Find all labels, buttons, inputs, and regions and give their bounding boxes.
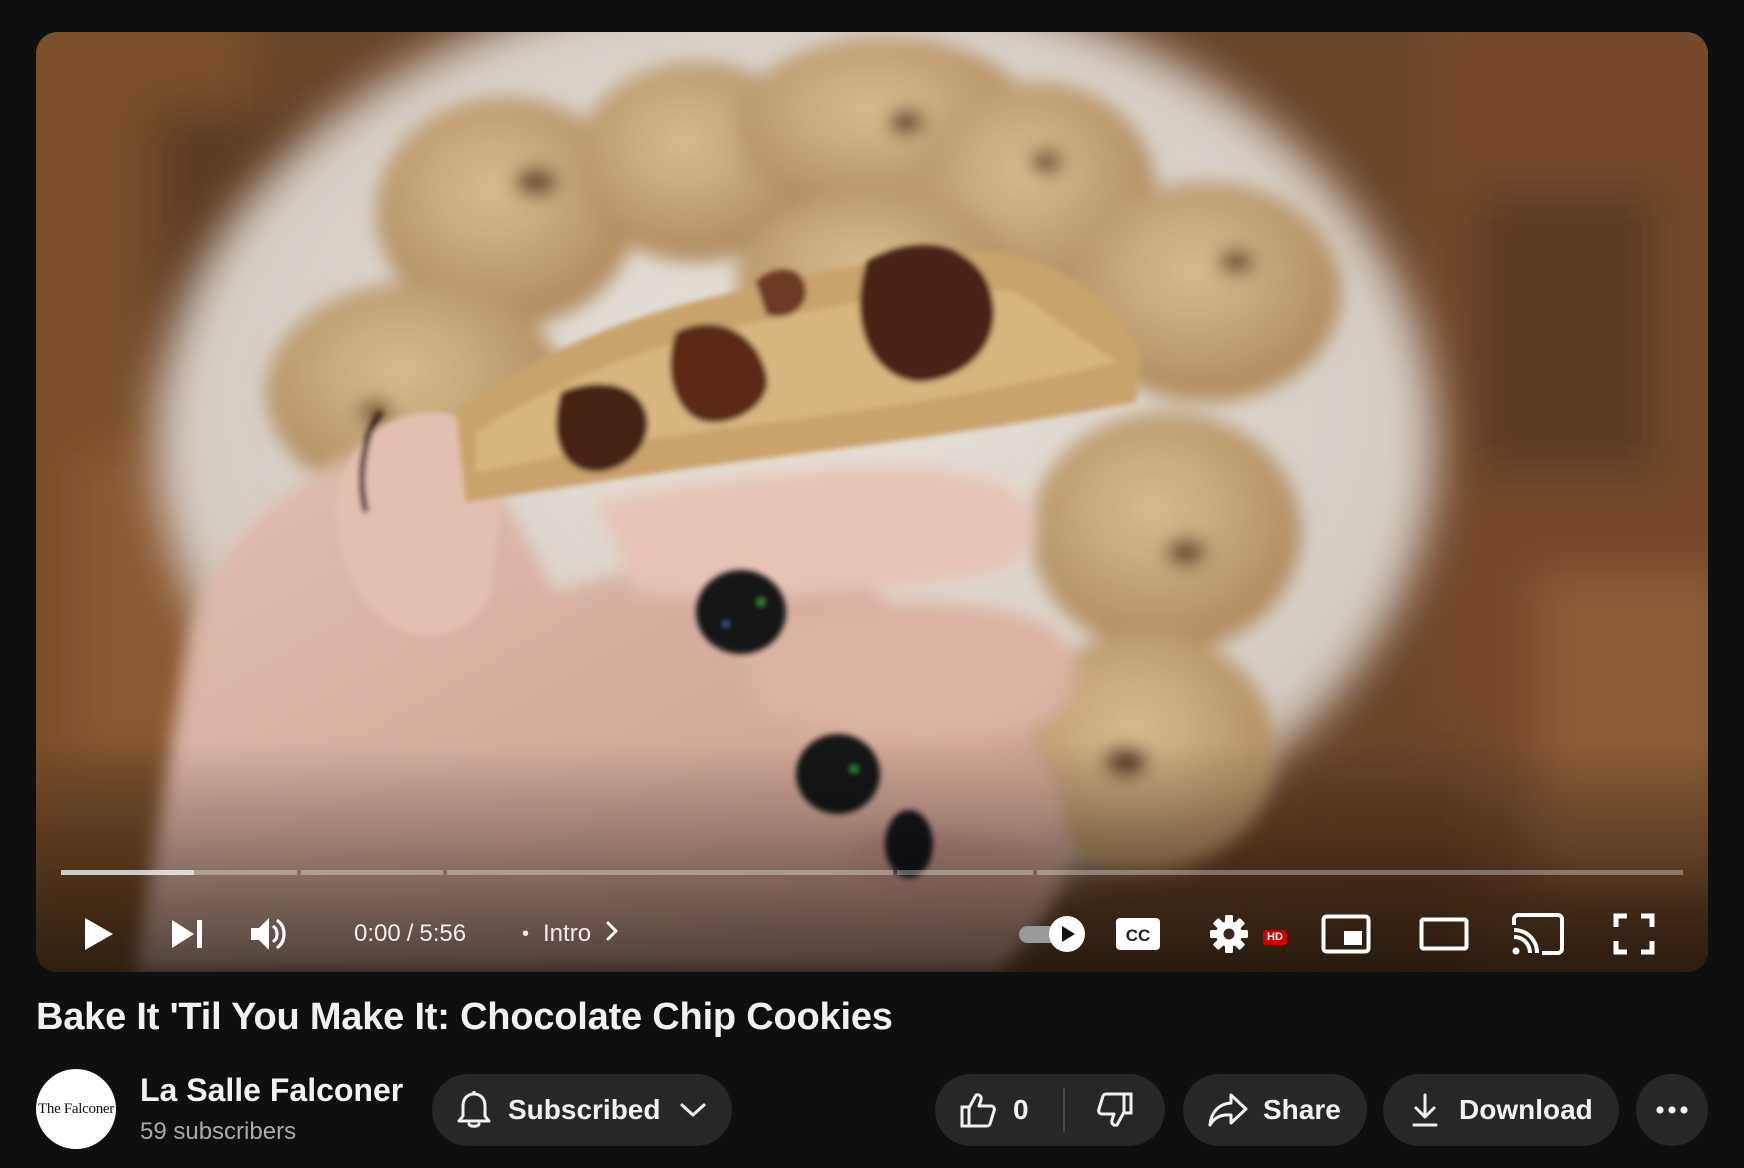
theater-mode-icon	[1419, 917, 1469, 951]
subscriber-count: 59 subscribers	[140, 1118, 297, 1145]
share-button[interactable]: Share	[1183, 1074, 1367, 1146]
cast-button[interactable]	[1510, 904, 1566, 964]
theater-mode-button[interactable]	[1416, 904, 1472, 964]
svg-text:CC: CC	[1126, 926, 1151, 945]
autoplay-toggle[interactable]	[1016, 904, 1088, 964]
more-actions-button[interactable]	[1636, 1074, 1708, 1146]
chapter-segment[interactable]	[447, 870, 893, 875]
control-bar: 0:00 / 5:56 • Intro CC	[36, 904, 1708, 964]
progress-bar[interactable]	[61, 870, 1683, 875]
volume-icon	[251, 918, 286, 950]
more-horizontal-icon	[1655, 1105, 1689, 1115]
captions-button[interactable]: CC	[1108, 904, 1168, 964]
captions-icon: CC	[1116, 918, 1160, 950]
share-label: Share	[1263, 1094, 1341, 1125]
cast-icon	[1512, 913, 1564, 955]
gear-icon	[1210, 915, 1248, 953]
chapter-segment[interactable]	[61, 870, 297, 875]
chapter-segment[interactable]	[301, 870, 443, 875]
settings-button[interactable]	[1201, 904, 1257, 964]
fullscreen-button[interactable]	[1606, 904, 1662, 964]
subscribed-label: Subscribed	[508, 1094, 661, 1125]
thumbs-down-icon	[1096, 1091, 1134, 1129]
buffered-fill	[61, 870, 194, 875]
avatar-logo: The Falconer	[38, 1100, 114, 1117]
time-separator: /	[406, 920, 414, 947]
video-frame[interactable]	[36, 32, 1708, 972]
play-icon	[85, 918, 113, 950]
chevron-right-icon	[605, 920, 619, 949]
chapter-dot: •	[522, 922, 530, 945]
chevron-down-icon	[680, 1102, 706, 1118]
watch-page: 0:00 / 5:56 • Intro CC HD Bake It 'Til Y…	[0, 0, 1744, 1168]
miniplayer-icon	[1321, 914, 1371, 954]
share-arrow-icon	[1207, 1092, 1249, 1128]
volume-button[interactable]	[244, 904, 294, 964]
autoplay-toggle-icon	[1019, 916, 1085, 952]
chapter-button[interactable]: • Intro	[522, 904, 619, 964]
like-button[interactable]: 0	[935, 1074, 1063, 1146]
video-player[interactable]: 0:00 / 5:56 • Intro CC HD	[36, 32, 1708, 972]
like-count: 0	[1013, 1094, 1029, 1125]
fullscreen-icon	[1613, 913, 1655, 955]
skip-next-icon	[172, 920, 202, 948]
channel-avatar[interactable]: The Falconer	[36, 1069, 116, 1149]
chapter-segment[interactable]	[897, 870, 1033, 875]
chapter-title: Intro	[543, 920, 592, 947]
video-frame-image	[36, 32, 1708, 972]
download-label: Download	[1459, 1094, 1593, 1125]
chapter-segment[interactable]	[1037, 870, 1683, 875]
download-button[interactable]: Download	[1383, 1074, 1619, 1146]
subscribed-button[interactable]: Subscribed	[432, 1074, 732, 1146]
duration: 5:56	[419, 920, 467, 947]
bell-icon	[456, 1090, 492, 1130]
next-button[interactable]	[164, 904, 210, 964]
time-display: 0:00 / 5:56	[354, 904, 466, 964]
channel-name[interactable]: La Salle Falconer	[140, 1072, 403, 1109]
video-title: Bake It 'Til You Make It: Chocolate Chip…	[36, 996, 893, 1038]
current-time: 0:00	[354, 920, 401, 947]
thumbs-up-icon	[959, 1091, 997, 1129]
download-icon	[1411, 1092, 1439, 1128]
hd-badge: HD	[1263, 930, 1287, 945]
like-dislike-group: 0	[935, 1074, 1165, 1146]
play-button[interactable]	[76, 904, 122, 964]
dislike-button[interactable]	[1065, 1074, 1165, 1146]
miniplayer-button[interactable]	[1318, 904, 1374, 964]
